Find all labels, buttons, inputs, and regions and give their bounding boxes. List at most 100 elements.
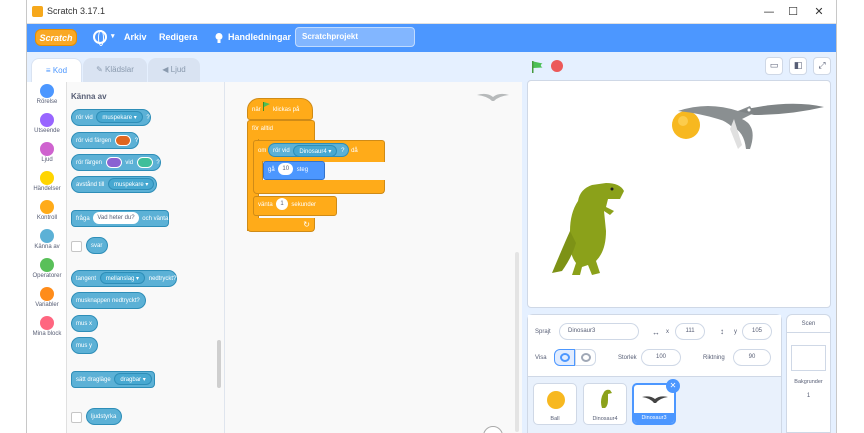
x-input[interactable]: 111 — [675, 323, 705, 340]
answer-checkbox[interactable] — [71, 241, 82, 252]
chevron-down-icon[interactable]: ▾ — [111, 32, 115, 40]
stage[interactable] — [527, 80, 831, 308]
category-label: Rörelse — [36, 99, 58, 105]
loudness-checkbox[interactable] — [71, 412, 82, 423]
menu-tutorials[interactable]: Handledningar — [228, 32, 291, 42]
zoom-button[interactable] — [483, 426, 503, 433]
sprite-tile-dinosaur4[interactable]: Dinosaur4 — [583, 383, 627, 425]
ball-sprite[interactable] — [672, 111, 700, 139]
color-swatch[interactable] — [136, 156, 153, 168]
touching-target-dropdown[interactable]: Dinosaur4 ▾ — [293, 144, 338, 157]
stage-selector[interactable]: Scen Bakgrunder 1 — [786, 314, 831, 433]
if-then-block[interactable]: om rör vid Dinosaur4 ▾ ? då — [253, 140, 385, 162]
maximize-button[interactable]: ☐ — [782, 3, 804, 20]
category-sensing[interactable]: Känna av — [27, 229, 67, 250]
project-title-input[interactable]: Scratchprojekt — [295, 27, 415, 47]
fullscreen-button[interactable]: ⤢ — [813, 57, 831, 75]
sprite-tile-name: Dinosaur4 — [592, 416, 618, 422]
category-sensing-dot — [40, 229, 54, 243]
show-sprite-button[interactable] — [554, 349, 575, 366]
dropdown-value: muspekare — [114, 182, 144, 189]
block-mouse-x[interactable]: mus x — [71, 315, 99, 332]
block-mouse-down[interactable]: musknappen nedtryckt? — [71, 292, 146, 309]
wait-block[interactable]: vänta 1 sekunder — [253, 196, 337, 216]
category-sound[interactable]: Ljud — [27, 142, 67, 163]
steps-input[interactable]: 10 — [278, 163, 294, 176]
category-label: Händelser — [33, 186, 61, 192]
sprite-tile-dinosaur3[interactable]: Dinosaur3 ✕ — [632, 379, 680, 425]
x-label: x — [666, 329, 669, 335]
stage-panel-title: Scen — [787, 315, 830, 333]
block-mouse-y[interactable]: mus y — [71, 337, 99, 354]
stop-button[interactable] — [551, 60, 563, 72]
close-button[interactable]: ✕ — [808, 3, 830, 20]
block-text: gå — [268, 167, 275, 173]
category-operators[interactable]: Operatorer — [27, 258, 67, 279]
category-label: Mina block — [32, 331, 62, 337]
touching-condition[interactable]: rör vid Dinosaur4 ▾ ? — [268, 143, 350, 158]
block-text: sätt dragläge — [76, 377, 111, 383]
tab-sounds[interactable]: ◀ Ljud — [148, 58, 200, 82]
hide-sprite-button[interactable] — [575, 349, 596, 366]
color-swatch[interactable] — [105, 156, 122, 168]
key-dropdown[interactable]: mellanslag ▾ — [99, 272, 146, 285]
trash-icon[interactable]: ✕ — [666, 379, 680, 393]
scratch-logo[interactable]: Scratch — [35, 29, 77, 46]
language-globe-icon[interactable] — [93, 30, 107, 46]
distance-dropdown[interactable]: muspekare ▾ — [108, 178, 155, 191]
category-variables[interactable]: Variabler — [27, 287, 67, 308]
x-arrows-icon: ↔ — [652, 328, 660, 337]
large-stage-button[interactable]: ◧ — [789, 57, 807, 75]
block-touching-color[interactable]: rör vid färgen ? — [71, 132, 140, 149]
block-text: vid — [125, 160, 134, 166]
sprite-name-input[interactable]: Dinosaur3 — [559, 323, 639, 340]
category-looks[interactable]: Utseende — [27, 113, 67, 134]
block-loudness[interactable]: ljudstyrka — [86, 408, 123, 425]
direction-input[interactable]: 90 — [733, 349, 771, 366]
y-input[interactable]: 105 — [742, 323, 772, 340]
when-flag-clicked-block[interactable]: när klickas på — [247, 98, 313, 120]
move-steps-block[interactable]: gå 10 steg — [263, 161, 325, 180]
forever-block[interactable]: för alltid — [247, 120, 315, 140]
block-answer[interactable]: svar — [86, 237, 109, 254]
category-motion-dot — [40, 84, 54, 98]
dinosaur4-sprite[interactable] — [552, 183, 624, 275]
sprite-list: Ball Dinosaur4 Dinosaur3 ✕ — [528, 377, 781, 433]
title-bar: Scratch 3.17.1 — ☐ ✕ — [27, 0, 836, 24]
sprite-label: Sprajt — [535, 329, 551, 335]
block-touching[interactable]: rör vid muspekare ▾ ? — [71, 109, 151, 126]
size-label: Storlek — [618, 355, 637, 361]
category-my-blocks[interactable]: Mina block — [27, 316, 67, 337]
block-key-pressed[interactable]: tangent mellanslag ▾ nedtryckt? — [71, 270, 178, 287]
green-flag-button[interactable] — [530, 60, 544, 74]
block-text: för alltid — [252, 126, 274, 132]
menu-edit[interactable]: Redigera — [159, 32, 198, 42]
palette-heading: Känna av — [71, 92, 107, 101]
wait-seconds-input[interactable]: 1 — [276, 198, 288, 211]
palette-scrollbar[interactable] — [217, 340, 221, 388]
sprite-tile-ball[interactable]: Ball — [533, 383, 577, 425]
drag-mode-dropdown[interactable]: dragbar ▾ — [114, 373, 152, 386]
block-color-touching-color[interactable]: rör färgen vid ? — [71, 154, 161, 171]
lightbulb-icon[interactable] — [214, 32, 224, 46]
tab-costumes[interactable]: ✎ Klädslar — [83, 58, 147, 82]
touching-dropdown[interactable]: muspekare ▾ — [96, 111, 143, 124]
y-label: y — [734, 329, 737, 335]
minimize-button[interactable]: — — [758, 3, 780, 20]
block-distance-to[interactable]: avstånd till muspekare ▾ — [71, 176, 158, 193]
code-area-scrollbar[interactable] — [515, 252, 519, 432]
tab-costumes-label: Klädslar — [105, 65, 134, 74]
block-ask-and-wait[interactable]: fråga Vad heter du? och vänta — [71, 210, 170, 227]
category-control[interactable]: Kontroll — [27, 200, 67, 221]
dropdown-value: muspekare — [102, 115, 133, 122]
block-text: mus x — [76, 321, 93, 327]
category-motion[interactable]: Rörelse — [27, 84, 67, 105]
small-stage-button[interactable]: ▭ — [765, 57, 783, 75]
tab-code[interactable]: ≡ Kod — [31, 58, 82, 82]
size-input[interactable]: 100 — [641, 349, 681, 366]
category-events[interactable]: Händelser — [27, 171, 67, 192]
ask-input[interactable]: Vad heter du? — [93, 212, 139, 225]
color-swatch[interactable] — [115, 134, 132, 146]
menu-file[interactable]: Arkiv — [124, 32, 147, 42]
block-set-drag-mode[interactable]: sätt dragläge dragbar ▾ — [71, 371, 155, 388]
